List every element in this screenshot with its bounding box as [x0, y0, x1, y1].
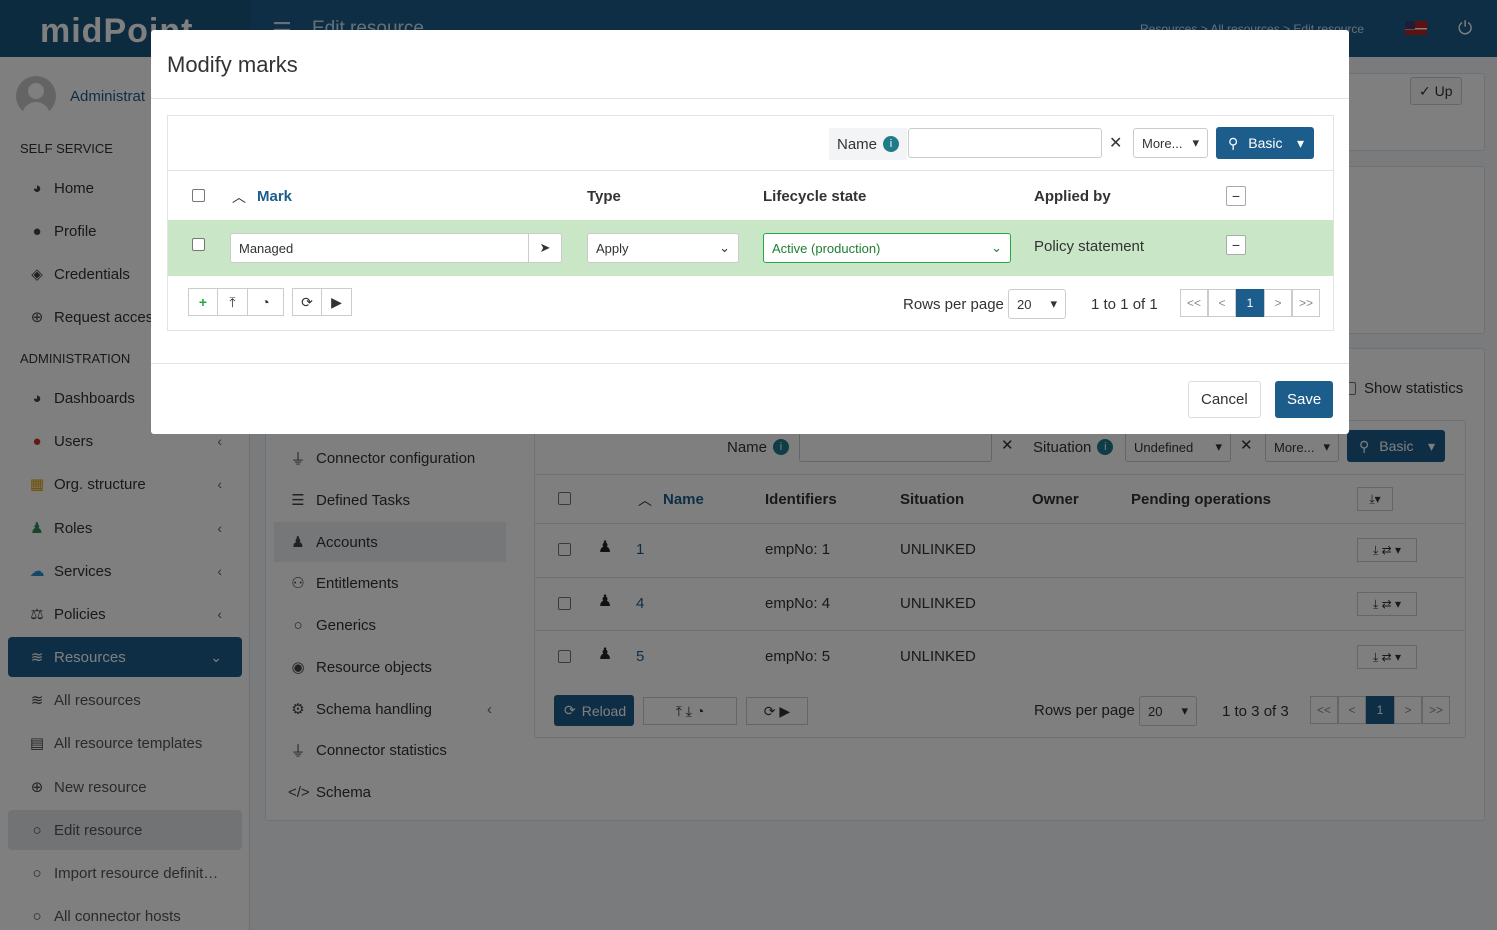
applied-by: Policy statement [1034, 238, 1145, 255]
next-page-button[interactable]: > [1264, 289, 1292, 317]
caret-down-icon: ▾ [1192, 135, 1199, 150]
caret-down-icon: ▾ [1296, 134, 1304, 151]
remove-all-button[interactable]: − [1226, 186, 1246, 206]
chart-add-icon[interactable]: ◔ [248, 288, 284, 316]
clear-icon[interactable]: ✕ [1109, 133, 1122, 153]
type-select[interactable]: Apply ⌄ [587, 233, 739, 263]
play-icon[interactable]: ▶ [322, 288, 352, 316]
chevron-down-icon: ▾ [1050, 296, 1057, 311]
search-name-input[interactable] [908, 128, 1102, 158]
chevron-down-icon: ⌄ [991, 240, 1002, 255]
dialog-title: Modify marks [167, 52, 298, 77]
marks-table-panel: Name i ✕ More... ▾ ⚲ Basic ▾ ︿ Mark Type Lif… [167, 115, 1334, 331]
rows-per-page-select[interactable]: 20▾ [1008, 289, 1066, 319]
chevron-down-icon: ⌄ [719, 240, 730, 255]
modify-marks-dialog: Modify marks Name i ✕ More... ▾ ⚲ Basic ▾ ︿ … [151, 30, 1349, 434]
sort-up-icon[interactable]: ︿ [232, 187, 246, 207]
row-checkbox[interactable] [192, 238, 205, 251]
minus-icon: − [1231, 237, 1241, 253]
refresh-icon[interactable]: ⟳ [292, 288, 322, 316]
search-icon: ⚲ [1228, 134, 1239, 151]
minus-icon: − [1231, 188, 1241, 204]
info-icon[interactable]: i [883, 136, 900, 152]
upload-icon[interactable]: ⤒ [218, 288, 248, 316]
current-page-button[interactable]: 1 [1236, 289, 1264, 317]
column-header-applied-by: Applied by [1034, 188, 1111, 205]
save-button[interactable]: Save [1275, 381, 1334, 418]
divider [151, 98, 1349, 99]
select-all-checkbox[interactable] [192, 189, 205, 202]
column-header-type: Type [587, 188, 621, 205]
table-row: Managed ➤ Apply ⌄ Active (production) ⌄ Po… [168, 220, 1333, 276]
column-header-lifecycle-state: Lifecycle state [763, 188, 867, 205]
table-toolbar: + ⤒ ◔ ⟳ ▶ [188, 288, 352, 316]
search-name-label: Namei [829, 128, 908, 160]
add-icon[interactable]: + [188, 288, 218, 316]
last-page-button[interactable]: >> [1292, 289, 1320, 317]
prev-page-button[interactable]: < [1208, 289, 1236, 317]
column-header-mark[interactable]: Mark [257, 188, 292, 205]
lifecycle-select[interactable]: Active (production) ⌄ [763, 233, 1011, 263]
basic-search-button[interactable]: ⚲Basic▾ [1216, 127, 1314, 159]
page-count: 1 to 1 of 1 [1091, 296, 1158, 313]
divider [168, 170, 1333, 171]
divider [151, 363, 1349, 364]
first-page-button[interactable]: << [1180, 289, 1208, 317]
rows-per-page-label: Rows per page [903, 296, 1004, 313]
more-filters-button[interactable]: More...▾ [1133, 128, 1208, 158]
pointer-icon[interactable]: ➤ [528, 233, 562, 263]
pagination[interactable]: << < 1 > >> [1180, 289, 1320, 317]
cancel-button[interactable]: Cancel [1188, 381, 1261, 418]
remove-row-button[interactable]: − [1226, 235, 1246, 255]
mark-input[interactable]: Managed [230, 233, 530, 263]
